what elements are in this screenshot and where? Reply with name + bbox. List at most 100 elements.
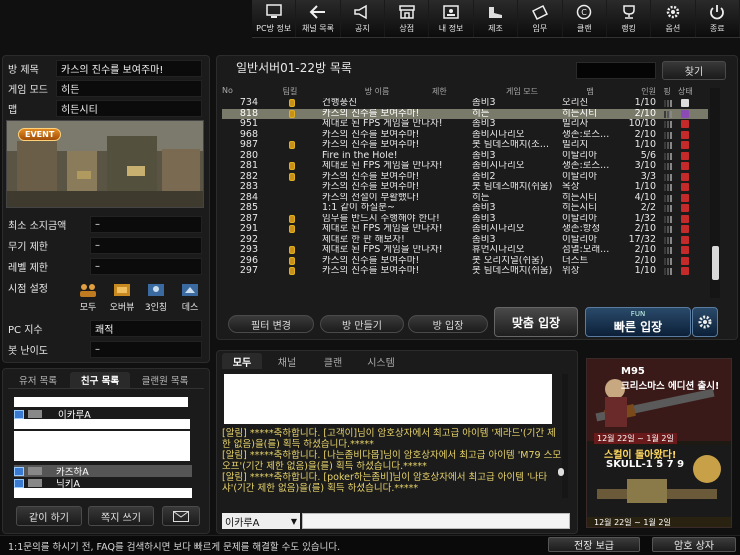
play-together-button[interactable]: 같이 하기 <box>16 506 82 526</box>
room-mode: 봇 오리지널(쉬움) <box>472 255 544 266</box>
room-number: 280 <box>239 150 258 161</box>
header-teamkill[interactable]: 팀킬 <box>258 86 322 97</box>
room-name: 카스의 진수를 보여주마! <box>322 182 420 192</box>
write-note-button[interactable]: 쪽지 쓰기 <box>88 506 154 526</box>
room-row[interactable]: 281 제대로 된 FPS 게임을 만나자! 좀비시나리오 생존:로스... 3/10 <box>222 161 708 172</box>
room-row[interactable]: 287 임무를 반드시 수행해야 한다! 좀비3 이탈리아 1/32 <box>222 214 708 225</box>
chat-tab-system[interactable]: 시스템 <box>358 353 404 369</box>
search-button[interactable]: 찾기 <box>662 61 726 80</box>
quick-join-label: 빠른 입장 <box>613 319 663 334</box>
toolbar-mission-button[interactable]: 임무 <box>518 0 563 37</box>
room-mode: 좀비3 <box>472 234 496 245</box>
chat-tab-channel[interactable]: 채널 <box>266 353 308 369</box>
room-row[interactable]: 734 건행풍진 좀비3 오리진 1/10 <box>222 98 708 109</box>
room-row[interactable]: 292 제대로 한 판 해보자! 좀비3 이탈리아 17/32 <box>222 235 708 246</box>
status-cell <box>678 235 694 246</box>
scrollbar-thumb[interactable] <box>712 246 719 280</box>
battlefield-supply-button[interactable]: 전장 보급 <box>548 537 640 552</box>
room-row[interactable]: 987 카스의 진수를 보여주마! 봇 팀데스매치(조... 빌리지 1/10 <box>222 140 708 151</box>
toolbar-exit-button[interactable]: 종료 <box>696 0 740 37</box>
quick-join-settings-button[interactable] <box>692 307 718 337</box>
room-row[interactable]: 296 카스의 진수를 보여주마! 봇 오리지널(쉬움) 더스트 2/10 <box>222 256 708 267</box>
tab-clan-member-list[interactable]: 클랜원 목록 <box>132 372 198 388</box>
header-no[interactable]: No <box>222 86 258 97</box>
room-mode: 봇 팀데스매치(조... <box>472 140 549 150</box>
toolbar-clan-button[interactable]: C 클랜 <box>563 0 607 37</box>
quick-join-mode: FUN <box>630 309 646 318</box>
room-search-input[interactable] <box>576 62 656 79</box>
status-cell <box>678 214 694 225</box>
toolbar-channel-list-button[interactable]: 채널 목록 <box>296 0 341 37</box>
room-name: 제대로 된 FPS 게임을 만나자! <box>322 245 443 255</box>
toolbar-pc-info-button[interactable]: PC방 정보 <box>252 0 297 37</box>
room-number: 287 <box>239 213 258 224</box>
toolbar-ranking-button[interactable]: 랭킹 <box>607 0 652 37</box>
room-name: 제대로 한 판 해보자! <box>322 234 405 245</box>
game-mode-value: 히든 <box>56 79 202 97</box>
chat-tab-clan[interactable]: 클랜 <box>312 353 354 369</box>
header-status[interactable]: 상태 <box>678 86 698 97</box>
status-cell <box>678 203 694 214</box>
room-row[interactable]: 283 카스의 진수를 보여주마! 봇 팀데스매치(쉬움) 옥상 1/10 <box>222 182 708 193</box>
header-room-name[interactable]: 방 이름 <box>322 86 432 97</box>
ping-signal-icon <box>664 247 673 254</box>
room-row[interactable]: 291 제대로 된 FPS 게임을 만나자! 좀비시나리오 생존:항정 2/10 <box>222 224 708 235</box>
room-row[interactable]: 951 제대로 된 FPS 게임을 만나자! 좀비3 빌리사 10/10 <box>222 119 708 130</box>
status-cell <box>678 151 694 162</box>
chat-tab-all[interactable]: 모두 <box>222 353 262 369</box>
mail-button[interactable] <box>162 506 200 526</box>
chat-input[interactable] <box>302 513 570 529</box>
room-row[interactable]: 818 카스의 진수를 보여주마! 히든 히든시티 2/10 <box>222 108 708 119</box>
header-limit[interactable]: 제한 <box>432 86 482 97</box>
chat-scroll-thumb[interactable] <box>558 468 564 476</box>
room-row[interactable]: 285 1:1 같이 하실분~ 좀비3 히든시티 2/2 <box>222 203 708 214</box>
room-map: 이탈리아 <box>562 234 597 245</box>
envelope-icon <box>173 510 189 522</box>
quick-join-button[interactable]: FUN 빠른 입장 <box>585 307 691 337</box>
svg-text:C: C <box>581 8 587 17</box>
chat-scrollbar[interactable] <box>562 374 568 498</box>
custom-match-button[interactable]: 맞춤 입장 <box>494 307 578 337</box>
teamkill-cell <box>258 140 322 151</box>
header-ping[interactable]: 핑 <box>656 86 678 97</box>
ping-signal-icon <box>664 215 673 223</box>
ping-cell <box>656 235 678 246</box>
cipher-box-button[interactable]: 암호 상자 <box>652 537 736 552</box>
toolbar-my-info-button[interactable]: 내 정보 <box>429 0 474 37</box>
header-map[interactable]: 맵 <box>562 86 618 97</box>
toolbar-notice-button[interactable]: 공지 <box>341 0 386 37</box>
header-game-mode[interactable]: 게임 모드 <box>482 86 562 97</box>
room-player-count: 4/10 <box>634 192 656 203</box>
filter-change-button[interactable]: 필터 변경 <box>228 315 314 333</box>
lock-icon <box>289 141 295 149</box>
view-option-label: 오버뷰 <box>109 303 135 313</box>
lock-icon <box>289 109 295 118</box>
tab-user-list[interactable]: 유저 목록 <box>8 372 68 388</box>
room-row[interactable]: 297 카스의 진수를 보여주마! 봇 팀데스매치(쉬움) 위장 1/10 <box>222 266 708 277</box>
tab-friend-list[interactable]: 친구 목록 <box>70 372 130 388</box>
enter-room-button[interactable]: 방 입장 <box>408 315 488 333</box>
create-room-button[interactable]: 방 만들기 <box>320 315 404 333</box>
header-players[interactable]: 인원 <box>618 86 656 97</box>
room-row[interactable]: 293 제대로 된 FPS 게임을 만나자! 휴먼시나리오 섬멸:모래... 2/10 <box>222 245 708 256</box>
status-cell <box>678 119 694 130</box>
room-map: 히든시티 <box>562 108 597 119</box>
room-row[interactable]: 282 카스의 진수를 보여주마! 좀비2 이탈리아 3/3 <box>222 172 708 183</box>
toolbar-craft-button[interactable]: 제조 <box>474 0 519 37</box>
room-row[interactable]: 280 Fire in the Hole! 좀비3 이탈리아 5/6 <box>222 151 708 162</box>
room-list-header: No 팀킬 방 이름 제한 게임 모드 맵 인원 핑 상태 <box>222 86 710 97</box>
rank-icon <box>28 467 42 475</box>
weapon-limit-row: 무기 제한 – <box>4 236 202 254</box>
toolbar-label: 제조 <box>488 24 503 33</box>
toolbar-shop-button[interactable]: 상점 <box>385 0 430 37</box>
room-player-count: 1/10 <box>634 266 656 276</box>
toolbar-options-button[interactable]: 옵션 <box>651 0 696 37</box>
chat-target-select[interactable]: 이카루A ▼ <box>222 513 300 529</box>
room-status-icon <box>681 99 689 107</box>
friend-item[interactable]: 카즈하A <box>14 465 192 478</box>
toolbar-label: 임무 <box>532 24 548 33</box>
room-row[interactable]: 284 카스의 전설이 부활했다! 히든 히든시티 4/10 <box>222 193 708 204</box>
room-player-count: 3/3 <box>640 171 656 182</box>
room-player-count: 1/10 <box>634 140 656 150</box>
room-row[interactable]: 968 카스의 진수를 보여주마! 좀비시나리오 생존:로스... 2/10 <box>222 130 708 141</box>
